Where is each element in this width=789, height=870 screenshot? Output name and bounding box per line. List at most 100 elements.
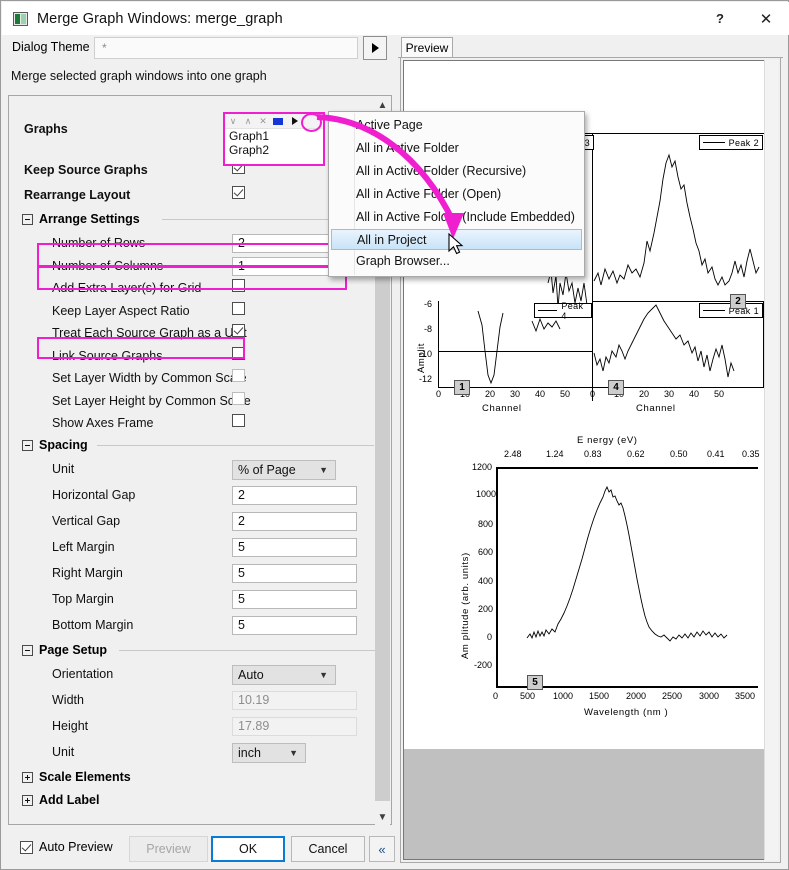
move-down-icon[interactable]: ∨ — [227, 115, 239, 127]
triangle-right-icon[interactable] — [292, 117, 298, 125]
ytick: -10 — [419, 349, 432, 359]
menu-item[interactable]: Active Page — [329, 114, 584, 137]
setting-label: Link Source Graphs — [52, 349, 162, 363]
dialog-theme-input[interactable]: * — [94, 37, 358, 59]
setting-row-set-layer-width-by-common-scale: Set Layer Width by Common Scale — [10, 367, 377, 390]
collapse-button[interactable]: « — [369, 836, 395, 862]
menu-item[interactable]: All in Active Folder — [329, 137, 584, 160]
setting-row-bottom-margin: Bottom Margin5 — [10, 614, 377, 640]
preview-background — [404, 749, 765, 859]
text-input[interactable]: 10.19 — [232, 691, 357, 710]
move-up-icon[interactable]: ∧ — [242, 115, 254, 127]
setting-label: Show Axes Frame — [52, 416, 153, 430]
auto-preview-label: Auto Preview — [39, 840, 113, 854]
setting-control — [232, 302, 245, 318]
setting-control — [232, 414, 245, 430]
merge-graph-dialog: Merge Graph Windows: merge_graph ? ✕ Dia… — [0, 0, 789, 870]
setting-label: Top Margin — [52, 592, 114, 606]
layer-number-badge: 4 — [608, 380, 624, 395]
list-item[interactable]: Graph1 — [225, 129, 323, 143]
text-input[interactable]: 5 — [232, 616, 357, 635]
remove-icon[interactable]: ✕ — [257, 115, 269, 127]
text-input[interactable]: 2 — [232, 486, 357, 505]
setting-label: Add Extra Layer(s) for Grid — [52, 281, 201, 295]
auto-preview-checkbox[interactable] — [20, 841, 33, 854]
dropdown[interactable]: Auto▼ — [232, 665, 336, 685]
setting-control: % of Page▼ — [232, 460, 336, 480]
xtick: 1500 — [589, 691, 609, 701]
dropdown[interactable]: % of Page▼ — [232, 460, 336, 480]
checkbox[interactable] — [232, 392, 245, 405]
select-block-icon[interactable] — [273, 118, 283, 125]
expand-icon[interactable] — [22, 772, 33, 783]
checkbox[interactable] — [232, 347, 245, 360]
collapse-icon[interactable] — [22, 440, 33, 451]
auto-preview-row[interactable]: Auto Preview — [20, 840, 113, 854]
group-header-page-setup[interactable]: Page Setup — [10, 640, 377, 663]
group-header-add-label[interactable]: Add Label — [10, 790, 377, 813]
setting-label: Treat Each Source Graph as a Unit — [52, 326, 247, 340]
text-input[interactable]: 5 — [232, 538, 357, 557]
chevron-down-icon: ▼ — [319, 670, 328, 680]
help-button[interactable]: ? — [697, 2, 743, 35]
setting-control: 5 — [232, 616, 357, 635]
scroll-down-icon[interactable]: ▼ — [375, 809, 390, 825]
preview-scrollbar[interactable] — [764, 60, 778, 860]
list-item[interactable]: Graph2 — [225, 143, 323, 157]
xtick: 1000 — [553, 691, 573, 701]
xtick: 0 — [436, 389, 441, 399]
checkbox[interactable] — [232, 324, 245, 337]
triangle-right-icon — [372, 43, 379, 53]
xtick: 0 — [493, 691, 498, 701]
chart-panel-spectrum: E nergy (eV) 2.48 1.24 0.83 0.62 0.50 0.… — [474, 461, 758, 701]
menu-item[interactable]: All in Active Folder (Recursive) — [329, 160, 584, 183]
checkbox[interactable] — [232, 369, 245, 382]
setting-row-left-margin: Left Margin5 — [10, 536, 377, 562]
setting-row-horizontal-gap: Horizontal Gap2 — [10, 484, 377, 510]
setting-row-width: Width10.19 — [10, 689, 377, 715]
series-peak1 — [592, 301, 764, 391]
dropdown[interactable]: inch▼ — [232, 743, 306, 763]
group-title: Add Label — [39, 793, 99, 807]
top-tick: 0.41 — [707, 449, 725, 459]
window-controls: ? ✕ — [697, 2, 789, 35]
theme-menu-button[interactable] — [363, 36, 387, 60]
checkbox[interactable] — [232, 186, 245, 199]
xtick: 500 — [520, 691, 535, 701]
setting-row-number-of-rows: Number of Rows2 — [10, 232, 377, 255]
setting-label: Unit — [52, 462, 74, 476]
group-header-arrange-settings[interactable]: Arrange Settings — [10, 209, 377, 232]
app-icon — [13, 12, 28, 26]
close-icon[interactable]: ✕ — [743, 2, 789, 35]
tab-preview[interactable]: Preview — [401, 37, 453, 58]
setting-label: Keep Source Graphs — [24, 163, 148, 177]
collapse-icon[interactable] — [22, 214, 33, 225]
group-header-scale-elements[interactable]: Scale Elements — [10, 767, 377, 790]
menu-item[interactable]: All in Active Folder (Include Embedded) — [329, 206, 584, 229]
setting-control: 10.19 — [232, 691, 357, 710]
xtick: 30 — [510, 389, 520, 399]
setting-control — [232, 392, 245, 408]
checkbox[interactable] — [232, 279, 245, 292]
xaxis-label-peak1: Channel — [636, 403, 676, 414]
preview-button[interactable]: Preview — [129, 836, 208, 862]
checkbox[interactable] — [232, 414, 245, 427]
page-title: Merge Graph Windows: merge_graph — [37, 11, 283, 27]
setting-control: Auto▼ — [232, 665, 336, 685]
text-input[interactable]: 5 — [232, 564, 357, 583]
checkbox[interactable] — [232, 302, 245, 315]
collapse-icon[interactable] — [22, 645, 33, 656]
setting-row-vertical-gap: Vertical Gap2 — [10, 510, 377, 536]
setting-control: 5 — [232, 538, 357, 557]
group-header-spacing[interactable]: Spacing — [10, 435, 377, 458]
group-title: Spacing — [39, 438, 88, 452]
expand-icon[interactable] — [22, 795, 33, 806]
text-input[interactable]: 2 — [232, 512, 357, 531]
xtick: 20 — [485, 389, 495, 399]
cancel-button[interactable]: Cancel — [291, 836, 365, 862]
ok-button[interactable]: OK — [211, 836, 285, 862]
menu-item[interactable]: All in Active Folder (Open) — [329, 183, 584, 206]
text-input[interactable]: 17.89 — [232, 717, 357, 736]
text-input[interactable]: 5 — [232, 590, 357, 609]
graphs-listbox[interactable]: ∨ ∧ ✕ Graph1 Graph2 — [223, 112, 325, 166]
